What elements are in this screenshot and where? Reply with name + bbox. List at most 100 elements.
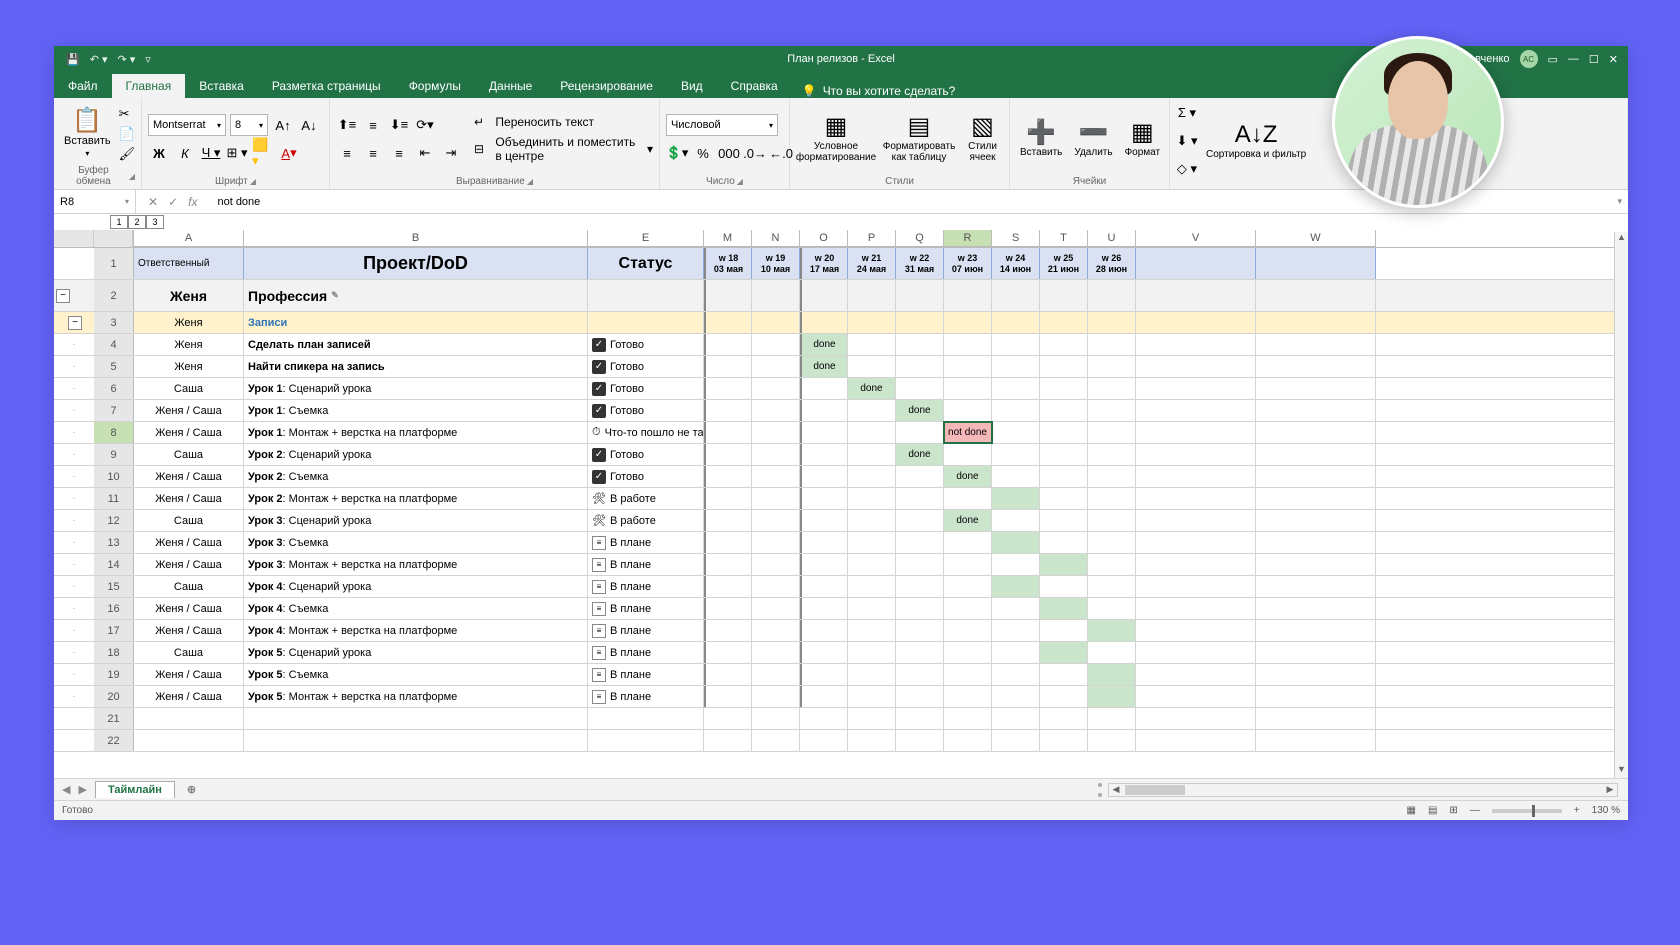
align-right-icon[interactable]: ≡ xyxy=(388,142,410,164)
cell[interactable] xyxy=(992,510,1040,531)
cell[interactable] xyxy=(848,334,896,355)
dialog-launcher-icon[interactable]: ◢ xyxy=(129,172,135,181)
cell[interactable] xyxy=(896,598,944,619)
row-header-18[interactable]: 18 xyxy=(94,642,134,663)
outline-cell[interactable]: · xyxy=(54,664,94,685)
cell[interactable] xyxy=(992,686,1040,707)
cell[interactable] xyxy=(1088,554,1136,575)
cell[interactable] xyxy=(704,312,752,333)
cell[interactable] xyxy=(1136,466,1256,487)
cell[interactable] xyxy=(752,576,800,597)
cell[interactable] xyxy=(1088,664,1136,685)
row-header-21[interactable]: 21 xyxy=(94,708,134,729)
cell[interactable] xyxy=(588,280,704,311)
cell[interactable] xyxy=(992,620,1040,641)
cell[interactable] xyxy=(704,708,752,729)
cell[interactable]: done xyxy=(800,334,848,355)
orientation-icon[interactable]: ⟳▾ xyxy=(414,114,436,136)
cell[interactable] xyxy=(1256,312,1376,333)
row-header-15[interactable]: 15 xyxy=(94,576,134,597)
cell[interactable] xyxy=(1088,598,1136,619)
cell[interactable] xyxy=(992,422,1040,443)
sheet-nav-prev-icon[interactable]: ◀ xyxy=(62,783,70,796)
cell[interactable] xyxy=(1136,554,1256,575)
cell[interactable]: Урок 4: Монтаж + верстка на платформе xyxy=(244,620,588,641)
outline-cell[interactable]: · xyxy=(54,378,94,399)
cell[interactable] xyxy=(1040,620,1088,641)
cell[interactable]: Женя / Саша xyxy=(134,488,244,509)
row-header-5[interactable]: 5 xyxy=(94,356,134,377)
cell[interactable] xyxy=(1136,576,1256,597)
cell[interactable] xyxy=(704,620,752,641)
format-cells-button[interactable]: ▦Формат xyxy=(1121,119,1165,160)
zoom-in-button[interactable]: + xyxy=(1574,805,1580,816)
cell[interactable]: ≡ В плане xyxy=(588,532,704,553)
cell[interactable] xyxy=(704,378,752,399)
cell[interactable]: w 2414 июн xyxy=(992,248,1040,279)
cell[interactable]: done xyxy=(896,400,944,421)
cell[interactable]: Урок 5: Монтаж + верстка на платформе xyxy=(244,686,588,707)
cell[interactable] xyxy=(800,642,848,663)
cell[interactable] xyxy=(944,280,992,311)
cell[interactable] xyxy=(848,664,896,685)
cell[interactable] xyxy=(944,598,992,619)
cell[interactable] xyxy=(134,708,244,729)
cell[interactable]: w 2231 мая xyxy=(896,248,944,279)
cell[interactable]: w 2017 мая xyxy=(800,248,848,279)
cell[interactable]: Ответственный xyxy=(134,248,244,279)
tab-file[interactable]: Файл xyxy=(54,74,112,98)
cell[interactable] xyxy=(992,444,1040,465)
cell[interactable]: Сделать план записей xyxy=(244,334,588,355)
cell[interactable] xyxy=(1040,598,1088,619)
cell[interactable] xyxy=(848,686,896,707)
cell[interactable]: Саша xyxy=(134,642,244,663)
cell[interactable] xyxy=(1136,686,1256,707)
cell[interactable]: not done xyxy=(944,422,992,443)
cell[interactable] xyxy=(1088,730,1136,751)
cell[interactable] xyxy=(244,730,588,751)
outline-level-2[interactable]: 2 xyxy=(128,215,146,229)
cell[interactable] xyxy=(1256,664,1376,685)
outline-cell[interactable]: · xyxy=(54,510,94,531)
cell[interactable] xyxy=(704,598,752,619)
cell[interactable] xyxy=(1088,708,1136,729)
dialog-launcher-icon[interactable]: ◢ xyxy=(527,177,533,186)
row-header-2[interactable]: 2 xyxy=(94,280,134,311)
column-header-U[interactable]: U xyxy=(1088,230,1136,247)
outline-cell[interactable]: · xyxy=(54,620,94,641)
cell[interactable] xyxy=(1136,488,1256,509)
cell[interactable] xyxy=(896,488,944,509)
cell[interactable] xyxy=(848,422,896,443)
cell[interactable]: ✓ Готово xyxy=(588,466,704,487)
cell[interactable] xyxy=(1088,444,1136,465)
cell[interactable] xyxy=(752,400,800,421)
cell[interactable] xyxy=(944,686,992,707)
cell[interactable] xyxy=(896,708,944,729)
cell[interactable] xyxy=(1088,532,1136,553)
cell[interactable] xyxy=(1256,378,1376,399)
cell[interactable]: Урок 1: Съемка xyxy=(244,400,588,421)
cell[interactable]: Урок 4: Сценарий урока xyxy=(244,576,588,597)
tell-me-search[interactable]: 💡 Что вы хотите сделать? xyxy=(792,84,966,98)
increase-font-icon[interactable]: A↑ xyxy=(272,114,294,136)
outline-cell[interactable]: · xyxy=(54,642,94,663)
insert-cells-button[interactable]: ➕Вставить xyxy=(1016,119,1066,160)
cell[interactable] xyxy=(992,730,1040,751)
cell[interactable] xyxy=(1256,730,1376,751)
cell[interactable] xyxy=(944,708,992,729)
cell[interactable] xyxy=(1040,686,1088,707)
tab-view[interactable]: Вид xyxy=(667,74,717,98)
accounting-format-icon[interactable]: 💲▾ xyxy=(666,142,688,164)
fill-icon[interactable]: ⬇ ▾ xyxy=(1176,130,1198,152)
cell[interactable] xyxy=(704,488,752,509)
cell[interactable] xyxy=(896,280,944,311)
tab-data[interactable]: Данные xyxy=(475,74,546,98)
cell[interactable] xyxy=(1256,532,1376,553)
cell[interactable]: ✓ Готово xyxy=(588,356,704,377)
font-name-select[interactable]: Montserrat ▾ xyxy=(148,114,226,136)
row-header-7[interactable]: 7 xyxy=(94,400,134,421)
cell[interactable] xyxy=(848,280,896,311)
cell[interactable] xyxy=(1088,576,1136,597)
cell[interactable] xyxy=(1040,510,1088,531)
cell[interactable] xyxy=(800,312,848,333)
